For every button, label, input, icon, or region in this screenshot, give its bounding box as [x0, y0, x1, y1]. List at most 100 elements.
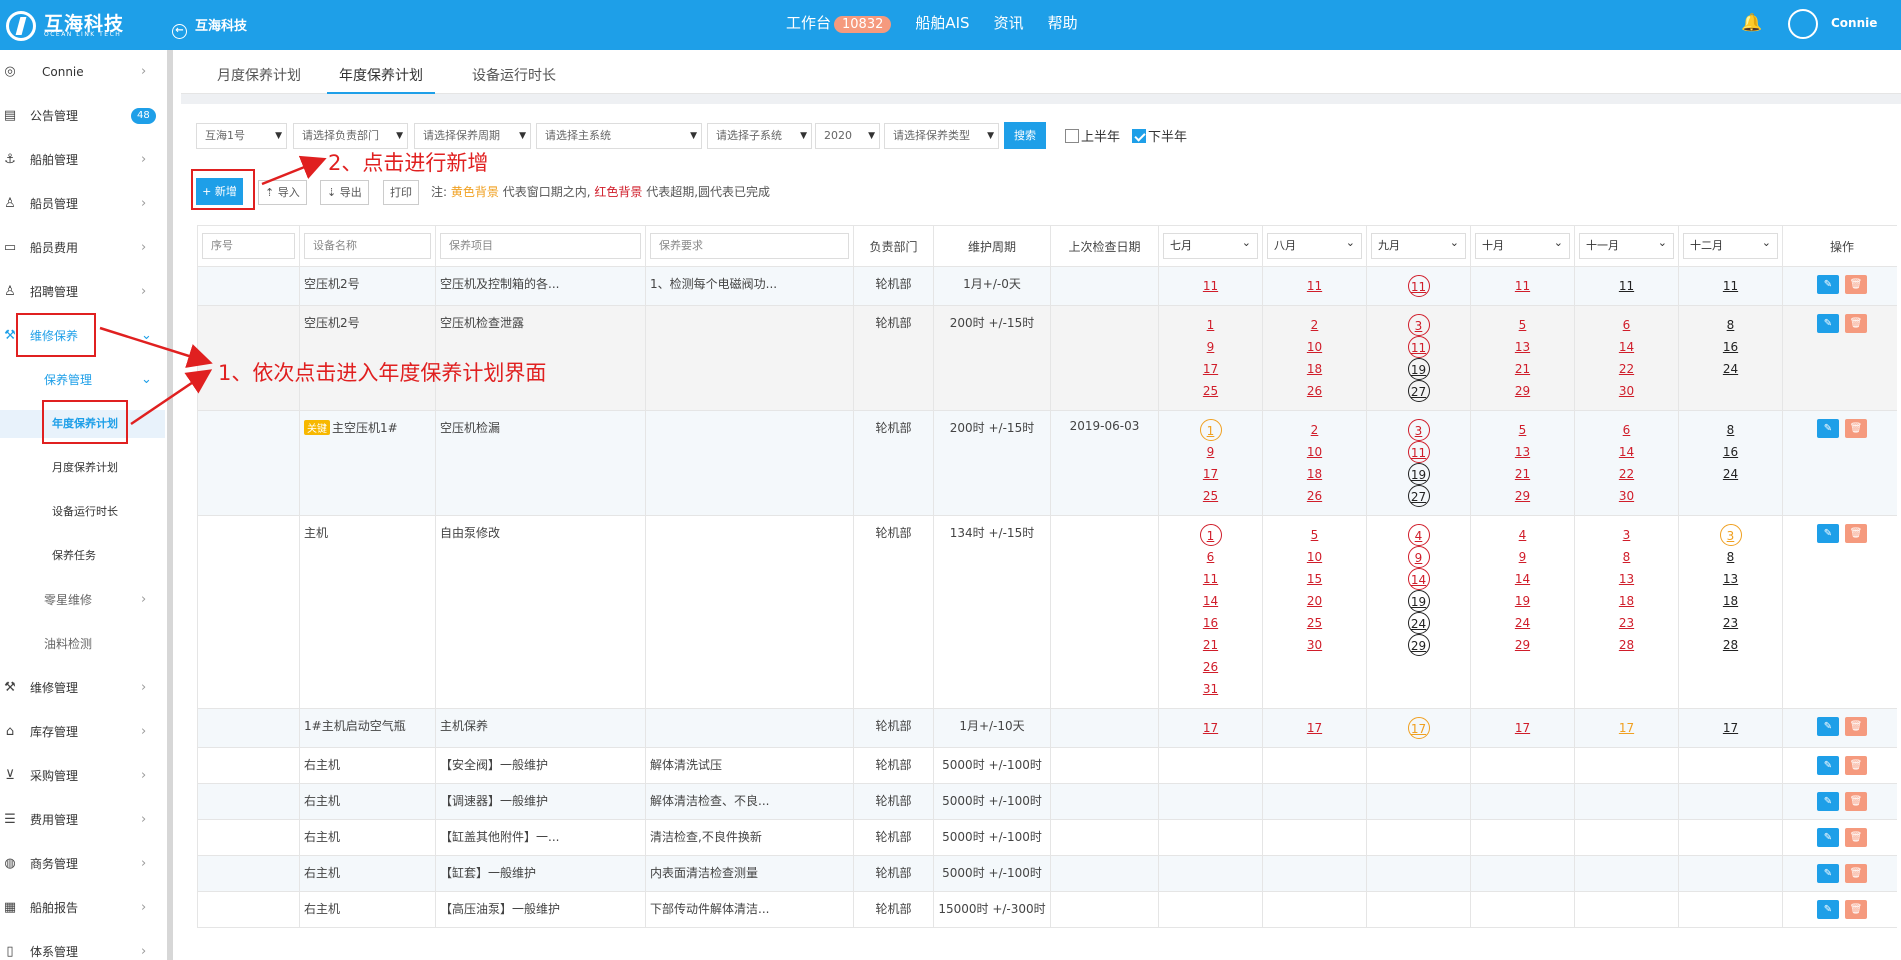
sidebar-item-crew-cost[interactable]: ▭ 船员费用 ›: [0, 234, 165, 262]
second-half-checkbox[interactable]: 下半年: [1132, 126, 1187, 145]
schedule-day-link[interactable]: 8: [1720, 546, 1742, 568]
delete-icon[interactable]: 🗑: [1845, 717, 1867, 736]
schedule-day-link[interactable]: 5: [1304, 524, 1326, 546]
schedule-day-link[interactable]: 22: [1616, 463, 1638, 485]
schedule-day-link[interactable]: 1: [1199, 419, 1222, 441]
schedule-day-link[interactable]: 21: [1512, 358, 1534, 380]
item-filter-input[interactable]: 保养项目: [440, 233, 641, 259]
month-select[interactable]: 九月: [1371, 231, 1466, 259]
schedule-day-link[interactable]: 11: [1407, 275, 1430, 297]
schedule-day-link[interactable]: 9: [1200, 336, 1222, 358]
schedule-day-link[interactable]: 11: [1407, 336, 1430, 358]
schedule-day-link[interactable]: 20: [1304, 590, 1326, 612]
edit-icon[interactable]: ✎: [1817, 275, 1839, 294]
schedule-day-link[interactable]: 28: [1720, 634, 1742, 656]
schedule-day-link[interactable]: 24: [1720, 358, 1742, 380]
schedule-day-link[interactable]: 18: [1304, 463, 1326, 485]
sidebar-item-upkeep[interactable]: 保养管理 ⌄: [0, 366, 165, 394]
schedule-day-link[interactable]: 29: [1512, 380, 1534, 402]
year-select[interactable]: 2020 ▼: [815, 123, 880, 149]
schedule-day-link[interactable]: 27: [1407, 380, 1430, 402]
table-row[interactable]: 右主机 【缸套】一般维护 内表面清洁检查测量 轮机部 5000时 +/-100时 ✎ 🗑: [197, 855, 1897, 892]
schedule-day-link[interactable]: 26: [1304, 380, 1326, 402]
delete-icon[interactable]: 🗑: [1845, 314, 1867, 333]
delete-icon[interactable]: 🗑: [1845, 900, 1867, 919]
sidebar-item-stock[interactable]: ⌂ 库存管理 ›: [0, 718, 165, 746]
table-row[interactable]: 空压机2号 空压机及控制箱的各... 1、检测每个电磁阀功... 轮机部 1月+/-0天…: [197, 266, 1897, 306]
schedule-day-link[interactable]: 21: [1200, 634, 1222, 656]
sidebar-item-business[interactable]: ◍ 商务管理 ›: [0, 850, 165, 878]
nav-news[interactable]: 资讯: [994, 12, 1024, 33]
schedule-day-link[interactable]: 14: [1200, 590, 1222, 612]
sidebar-item-oil-test[interactable]: 油料检测: [0, 630, 165, 658]
schedule-day-link[interactable]: 25: [1200, 485, 1222, 507]
schedule-day-link[interactable]: 25: [1200, 380, 1222, 402]
schedule-day-link[interactable]: 30: [1616, 380, 1638, 402]
schedule-day-link[interactable]: 2: [1304, 419, 1326, 441]
delete-icon[interactable]: 🗑: [1845, 864, 1867, 883]
sidebar-item-run-hours[interactable]: 设备运行时长: [0, 498, 165, 526]
schedule-day-link[interactable]: 8: [1616, 546, 1638, 568]
bell-icon[interactable]: 🔔: [1741, 13, 1762, 33]
sidebar-item-system[interactable]: ▯ 体系管理 ›: [0, 938, 165, 960]
search-button[interactable]: 搜索: [1004, 122, 1046, 149]
sidebar-item-purchase[interactable]: ⊻ 采购管理 ›: [0, 762, 165, 790]
schedule-day-link[interactable]: 3: [1719, 524, 1742, 546]
sidebar-user[interactable]: ◎ Connie ›: [0, 58, 165, 86]
edit-icon[interactable]: ✎: [1817, 419, 1839, 438]
sidebar-item-spot-repair[interactable]: 零星维修 ›: [0, 586, 165, 614]
tab-annual[interactable]: 年度保养计划: [327, 58, 435, 94]
schedule-day-link[interactable]: 10: [1304, 441, 1326, 463]
schedule-day-link[interactable]: 29: [1512, 634, 1534, 656]
schedule-day-link[interactable]: 18: [1304, 358, 1326, 380]
edit-icon[interactable]: ✎: [1817, 717, 1839, 736]
edit-icon[interactable]: ✎: [1817, 792, 1839, 811]
export-button[interactable]: ⇣ 导出: [320, 180, 369, 205]
schedule-day-link[interactable]: 3: [1616, 524, 1638, 546]
schedule-day-link[interactable]: 9: [1407, 546, 1430, 568]
schedule-day-link[interactable]: 11: [1304, 275, 1326, 297]
schedule-day-link[interactable]: 1: [1200, 314, 1222, 336]
schedule-day-link[interactable]: 11: [1616, 275, 1638, 297]
schedule-day-link[interactable]: 17: [1720, 717, 1742, 739]
schedule-day-link[interactable]: 19: [1512, 590, 1534, 612]
schedule-day-link[interactable]: 27: [1407, 485, 1430, 507]
first-half-checkbox[interactable]: 上半年: [1065, 126, 1120, 145]
delete-icon[interactable]: 🗑: [1845, 419, 1867, 438]
month-select[interactable]: 七月: [1163, 231, 1258, 259]
nav-workbench[interactable]: 工作台 10832: [786, 12, 892, 33]
delete-icon[interactable]: 🗑: [1845, 524, 1867, 543]
schedule-day-link[interactable]: 16: [1720, 441, 1742, 463]
schedule-day-link[interactable]: 14: [1407, 568, 1430, 590]
schedule-day-link[interactable]: 24: [1512, 612, 1534, 634]
schedule-day-link[interactable]: 1: [1199, 524, 1222, 546]
main-system-select[interactable]: 请选择主系统 ▼: [536, 123, 702, 149]
month-select[interactable]: 十二月: [1683, 231, 1778, 259]
schedule-day-link[interactable]: 8: [1720, 314, 1742, 336]
schedule-day-link[interactable]: 16: [1720, 336, 1742, 358]
schedule-day-link[interactable]: 6: [1616, 419, 1638, 441]
schedule-day-link[interactable]: 17: [1304, 717, 1326, 739]
schedule-day-link[interactable]: 26: [1200, 656, 1222, 678]
schedule-day-link[interactable]: 8: [1720, 419, 1742, 441]
month-select[interactable]: 十月: [1475, 231, 1570, 259]
delete-icon[interactable]: 🗑: [1845, 792, 1867, 811]
schedule-day-link[interactable]: 23: [1720, 612, 1742, 634]
req-filter-input[interactable]: 保养要求: [650, 233, 849, 259]
schedule-day-link[interactable]: 18: [1720, 590, 1742, 612]
schedule-day-link[interactable]: 25: [1304, 612, 1326, 634]
delete-icon[interactable]: 🗑: [1845, 275, 1867, 294]
schedule-day-link[interactable]: 11: [1200, 568, 1222, 590]
schedule-day-link[interactable]: 30: [1616, 485, 1638, 507]
schedule-day-link[interactable]: 13: [1512, 441, 1534, 463]
schedule-day-link[interactable]: 11: [1512, 275, 1534, 297]
table-row[interactable]: 1#主机启动空气瓶 主机保养 轮机部 1月+/-10天 17 17 17 17 17 17 ✎ 🗑: [197, 708, 1897, 748]
schedule-day-link[interactable]: 11: [1407, 441, 1430, 463]
schedule-day-link[interactable]: 19: [1407, 358, 1430, 380]
schedule-day-link[interactable]: 14: [1616, 336, 1638, 358]
schedule-day-link[interactable]: 18: [1616, 590, 1638, 612]
schedule-day-link[interactable]: 9: [1512, 546, 1534, 568]
delete-icon[interactable]: 🗑: [1845, 756, 1867, 775]
month-select[interactable]: 八月: [1267, 231, 1362, 259]
schedule-day-link[interactable]: 5: [1512, 314, 1534, 336]
